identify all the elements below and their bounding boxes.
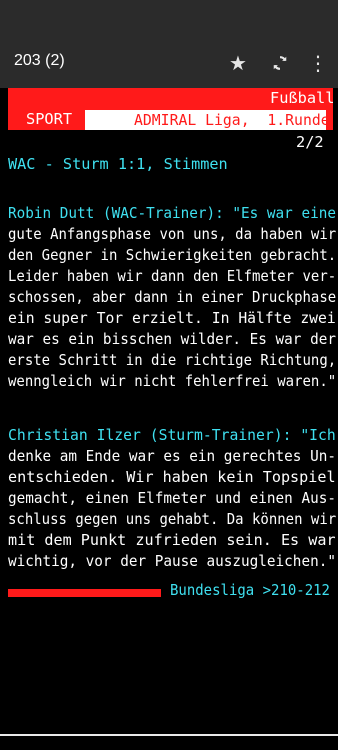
bundesliga-page-link[interactable]: Bundesliga >210-212 — [170, 580, 330, 601]
footer-bar — [8, 589, 161, 597]
quote2-line: gemacht, einen Elfmeter und einen Aus- — [8, 489, 336, 507]
page-number-title: 203 (2) — [14, 52, 65, 69]
quote1-line: ein super Tor erzielt. In Hälfte zwei — [8, 309, 336, 327]
quote2-line: schluss gegen uns gehabt. Da können wir — [8, 510, 337, 528]
quote1-line: war es ein bisschen wilder. Es war der — [8, 330, 336, 348]
quote2-line: denke am Ende war es ein gerechtes Un- — [8, 447, 336, 465]
subpage-indicator: 2/2 — [296, 133, 324, 151]
quote1-line: den Gegner in Schwierigkeiten gebracht. — [8, 246, 337, 264]
quote1-line: erste Schritt in die richtige Richtung, — [8, 351, 337, 369]
nav-divider — [0, 734, 338, 736]
app-bar: 203 (2) ★ ⋮ — [0, 38, 338, 88]
quote1-line: schossen, aber dann in einer Druckphase — [8, 288, 337, 306]
quote2-line: wichtig, vor der Pause auszugleichen." — [8, 552, 336, 570]
article-headline: WAC - Sturm 1:1, Stimmen — [8, 155, 228, 173]
teletext-page: Fußball SPORT ADMIRAL Liga, 1.Runde 2/2 … — [0, 88, 338, 750]
refresh-icon[interactable] — [265, 48, 295, 78]
quote2-line: entschieden. Wir haben kein Topspiel — [8, 468, 336, 486]
quote2-line: mit dem Punkt zufrieden sein. Es war — [8, 531, 336, 549]
header-league: ADMIRAL Liga, 1.Runde — [134, 111, 330, 129]
quote1-line: Robin Dutt (WAC-Trainer): "Es war eine — [8, 204, 336, 222]
quote1-line: Leider haben wir dann den Elfmeter ver- — [8, 267, 337, 285]
star-icon[interactable]: ★ — [223, 48, 253, 78]
header-category: Fußball — [270, 89, 335, 107]
status-bar — [0, 0, 338, 38]
header-section: SPORT — [26, 110, 73, 128]
quote1-line: gute Anfangsphase von uns, da haben wir — [8, 225, 337, 243]
quote2-line: Christian Ilzer (Sturm-Trainer): "Ich — [8, 426, 336, 444]
more-vert-icon[interactable]: ⋮ — [303, 48, 333, 78]
quote1-line: wenngleich wir nicht fehlerfrei waren." — [8, 372, 337, 390]
